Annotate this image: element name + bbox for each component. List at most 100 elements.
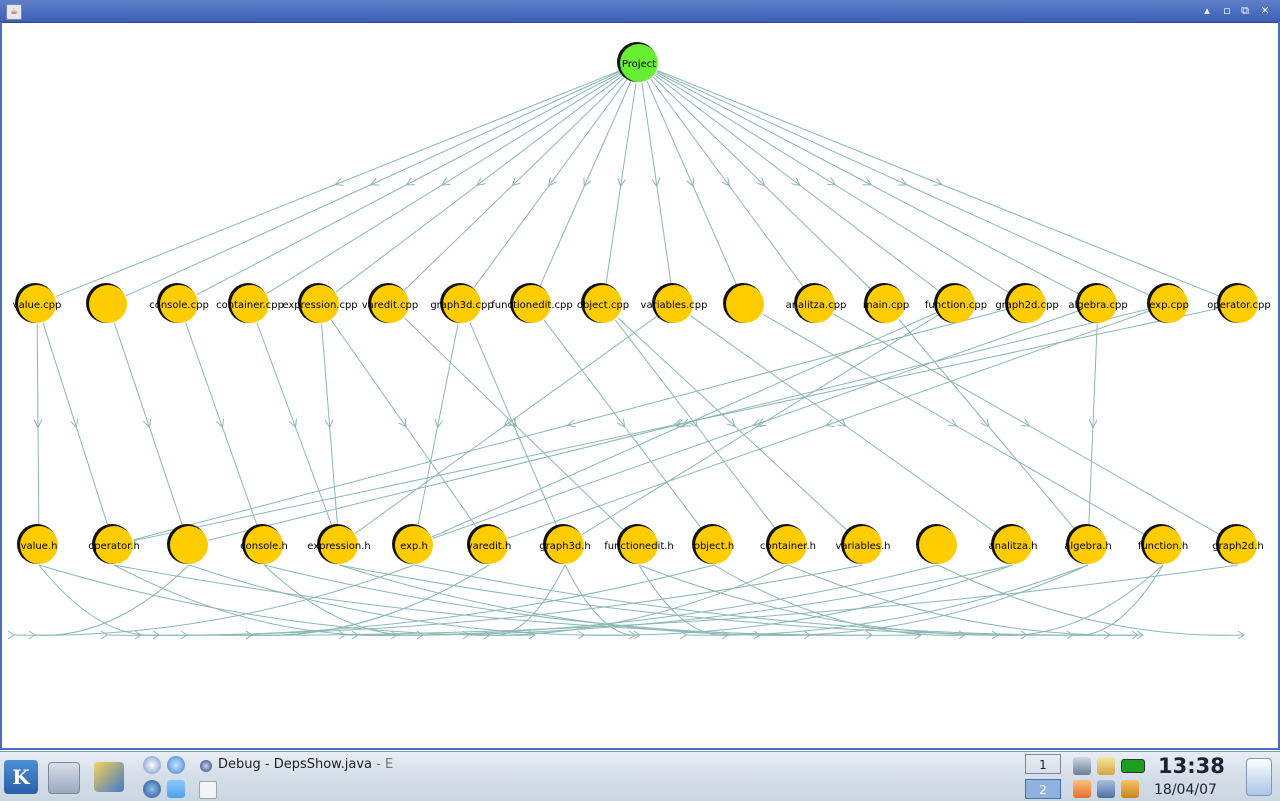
graph-edge bbox=[432, 311, 938, 538]
klipper-icon[interactable] bbox=[1097, 757, 1115, 775]
graph-node[interactable]: main.cpp bbox=[863, 283, 909, 323]
maximize-icon[interactable]: ⧉ bbox=[1237, 3, 1253, 19]
graph-node[interactable] bbox=[723, 283, 764, 323]
node-label: Project bbox=[622, 59, 656, 70]
graph-node[interactable]: expression.h bbox=[307, 524, 371, 564]
kopete-icon[interactable] bbox=[167, 780, 185, 798]
node-label: variables.cpp bbox=[641, 300, 708, 311]
graph-node[interactable] bbox=[916, 524, 957, 564]
konqueror-icon[interactable] bbox=[143, 756, 161, 774]
graph-edge bbox=[404, 317, 625, 532]
graph-node[interactable]: expression.cpp bbox=[282, 283, 358, 323]
node-project[interactable]: Project bbox=[617, 42, 658, 82]
node-label: container.cpp bbox=[216, 300, 284, 311]
graph-node[interactable]: graph3d.h bbox=[539, 524, 591, 564]
graph-node[interactable]: exp.cpp bbox=[1147, 283, 1189, 323]
computer-icon[interactable] bbox=[48, 762, 80, 794]
ssh-icon[interactable] bbox=[1073, 780, 1091, 798]
graph-edge bbox=[646, 81, 738, 286]
node-label: functionedit.cpp bbox=[491, 300, 572, 311]
graph-node[interactable]: functionedit.cpp bbox=[491, 283, 573, 323]
graph-edge bbox=[196, 71, 622, 296]
node-circle[interactable] bbox=[726, 285, 764, 323]
graph-node[interactable]: varedit.h bbox=[467, 524, 512, 564]
node-label: graph3d.cpp bbox=[430, 300, 493, 311]
desktop-pager-2[interactable]: 2 bbox=[1025, 779, 1061, 799]
graph-node[interactable]: analitza.h bbox=[989, 524, 1038, 564]
graph-edge-curved bbox=[713, 564, 966, 636]
dependency-graph[interactable]: Project value.cpp console.cpp container.cpp… bbox=[3, 24, 1277, 748]
graph-edge bbox=[762, 313, 1146, 536]
kmenu-icon[interactable]: K bbox=[4, 760, 38, 794]
taskbar-task-debug[interactable]: Debug - DepsShow.java - E bbox=[218, 757, 393, 772]
clock-date: 18/04/07 bbox=[1154, 782, 1217, 798]
graph-edge bbox=[614, 319, 777, 530]
globe-icon[interactable] bbox=[143, 780, 161, 798]
graph-node[interactable]: operator.cpp bbox=[1207, 283, 1271, 323]
close-icon[interactable]: ✕ bbox=[1257, 3, 1273, 19]
clock-time[interactable]: 13:38 bbox=[1158, 754, 1225, 778]
graph-edge bbox=[1088, 323, 1098, 526]
graph-node[interactable]: object.h bbox=[692, 524, 734, 564]
java-app-icon[interactable]: ☕ bbox=[6, 4, 22, 20]
graph-node[interactable]: function.h bbox=[1138, 524, 1188, 564]
node-circle[interactable] bbox=[89, 285, 127, 323]
graph-node[interactable]: variables.h bbox=[835, 524, 891, 564]
graph-node[interactable]: graph2d.h bbox=[1212, 524, 1264, 564]
graph-edge bbox=[256, 322, 333, 527]
graph-edge-curved bbox=[251, 564, 490, 636]
graph-edge bbox=[126, 70, 621, 297]
graph-node[interactable]: object.cpp bbox=[577, 283, 629, 323]
node-circle[interactable] bbox=[919, 526, 957, 564]
taskbar: K Debug - DepsShow.java - E 1 2 13:38 18… bbox=[0, 751, 1280, 801]
nodes-layer: Project value.cpp console.cpp container.cpp… bbox=[13, 42, 1271, 564]
node-label: algebra.cpp bbox=[1068, 300, 1127, 311]
graph-node[interactable] bbox=[86, 283, 127, 323]
graph-node[interactable]: console.h bbox=[240, 524, 288, 564]
graph-edge-curved bbox=[188, 564, 636, 636]
node-circle[interactable] bbox=[170, 526, 208, 564]
graph-edge-curved bbox=[38, 564, 536, 636]
graph-edge bbox=[354, 315, 659, 534]
graph-node[interactable]: graph3d.cpp bbox=[430, 283, 494, 323]
java-icon[interactable] bbox=[199, 781, 217, 799]
battery-icon[interactable] bbox=[1121, 759, 1145, 773]
node-label: function.cpp bbox=[925, 300, 987, 311]
volume-icon[interactable] bbox=[1073, 757, 1091, 775]
task-label: Debug - DepsShow.java bbox=[218, 757, 372, 772]
graph-node[interactable] bbox=[167, 524, 208, 564]
graph-node[interactable]: value.cpp bbox=[13, 283, 62, 323]
graph-node[interactable]: analitza.cpp bbox=[786, 283, 847, 323]
graph-node[interactable]: variables.cpp bbox=[641, 283, 708, 323]
node-label: varedit.cpp bbox=[362, 300, 419, 311]
graph-edge-curved bbox=[251, 564, 490, 636]
graph-node[interactable]: container.h bbox=[760, 524, 816, 564]
desktop-icon[interactable] bbox=[94, 762, 124, 792]
graph-node[interactable]: functionedit.h bbox=[604, 524, 674, 564]
graph-edge bbox=[657, 69, 1221, 298]
graph-node[interactable]: algebra.h bbox=[1064, 524, 1112, 564]
graph-node[interactable]: algebra.cpp bbox=[1068, 283, 1128, 323]
node-label: varedit.h bbox=[467, 541, 512, 552]
graph-node[interactable]: operator.h bbox=[88, 524, 140, 564]
graph-edge bbox=[655, 73, 1011, 294]
graph-node[interactable]: exp.h bbox=[392, 524, 433, 564]
graph-node[interactable]: console.cpp bbox=[149, 283, 209, 323]
graph-edge bbox=[539, 81, 632, 286]
graph-canvas[interactable]: Project value.cpp console.cpp container.cpp… bbox=[3, 24, 1277, 748]
desktop-pager-1[interactable]: 1 bbox=[1025, 754, 1061, 774]
graph-node[interactable]: graph2d.cpp bbox=[995, 283, 1059, 323]
graph-edge bbox=[37, 323, 39, 526]
window-titlebar[interactable]: ☕ ▴ ▫ ⧉ ✕ bbox=[0, 0, 1280, 23]
graph-edge-curved bbox=[186, 564, 1239, 636]
minimize-icon[interactable]: ▫ bbox=[1219, 3, 1235, 19]
shade-icon[interactable]: ▴ bbox=[1199, 3, 1215, 19]
trash-icon[interactable] bbox=[1246, 758, 1272, 796]
signal-icon[interactable] bbox=[1097, 780, 1115, 798]
graph-node[interactable]: varedit.cpp bbox=[362, 283, 419, 323]
bag-icon[interactable] bbox=[1121, 780, 1139, 798]
network-icon[interactable] bbox=[167, 756, 185, 774]
node-label: container.h bbox=[760, 541, 816, 552]
graph-node[interactable]: value.h bbox=[17, 524, 58, 564]
graph-edge bbox=[417, 323, 459, 526]
